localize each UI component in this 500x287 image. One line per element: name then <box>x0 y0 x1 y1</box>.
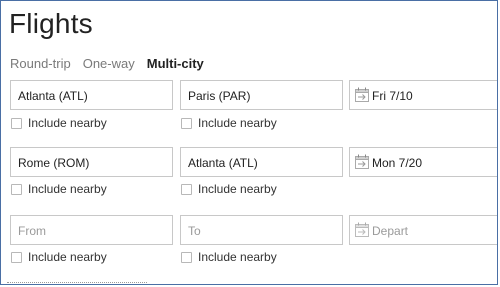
leg-2-date-input[interactable]: Mon 7/20 <box>349 147 497 177</box>
leg-3-to-input[interactable]: To <box>180 215 343 245</box>
leg-2-to-value: Atlanta (ATL) <box>188 156 258 170</box>
leg-2-from-input[interactable]: Rome (ROM) <box>10 147 173 177</box>
leg-2-from-nearby[interactable]: Include nearby <box>11 182 107 196</box>
checkbox[interactable] <box>181 251 192 263</box>
checkbox[interactable] <box>181 117 192 129</box>
tab-multi-city[interactable]: Multi-city <box>147 56 204 71</box>
page-title: Flights <box>9 8 93 39</box>
calendar-icon <box>355 87 369 102</box>
tab-round-trip[interactable]: Round-trip <box>10 56 71 71</box>
checkbox[interactable] <box>11 183 22 195</box>
leg-2-to-nearby[interactable]: Include nearby <box>181 182 277 196</box>
include-nearby-label: Include nearby <box>28 116 107 130</box>
include-nearby-label: Include nearby <box>28 182 107 196</box>
checkbox[interactable] <box>181 183 192 195</box>
leg-3-date-placeholder: Depart <box>372 224 409 238</box>
leg-1-from-nearby[interactable]: Include nearby <box>11 116 107 130</box>
leg-3-to-nearby[interactable]: Include nearby <box>181 250 277 264</box>
calendar-icon <box>355 154 369 169</box>
leg-1-date-value: Fri 7/10 <box>372 89 413 103</box>
include-nearby-label: Include nearby <box>28 250 107 264</box>
leg-3-from-nearby[interactable]: Include nearby <box>11 250 107 264</box>
leg-2-date-value: Mon 7/20 <box>372 156 423 170</box>
leg-1-to-value: Paris (PAR) <box>188 89 251 103</box>
checkbox[interactable] <box>11 251 22 263</box>
leg-2-from-value: Rome (ROM) <box>18 156 90 170</box>
leg-3-from-placeholder: From <box>18 224 46 238</box>
trip-type-tabs: Round-trip One-way Multi-city <box>10 56 204 71</box>
flights-search-panel: Flights Round-trip One-way Multi-city At… <box>0 0 498 285</box>
leg-1-to-input[interactable]: Paris (PAR) <box>180 80 343 110</box>
leg-1-from-input[interactable]: Atlanta (ATL) <box>10 80 173 110</box>
calendar-icon <box>355 222 369 237</box>
checkbox[interactable] <box>11 117 22 129</box>
include-nearby-label: Include nearby <box>198 116 277 130</box>
leg-3-from-input[interactable]: From <box>10 215 173 245</box>
leg-3-to-placeholder: To <box>188 224 201 238</box>
leg-3-date-input[interactable]: Depart <box>349 215 497 245</box>
leg-1-from-value: Atlanta (ATL) <box>18 89 88 103</box>
leg-1-to-nearby[interactable]: Include nearby <box>181 116 277 130</box>
include-nearby-label: Include nearby <box>198 182 277 196</box>
leg-2-to-input[interactable]: Atlanta (ATL) <box>180 147 343 177</box>
include-nearby-label: Include nearby <box>198 250 277 264</box>
leg-1-date-input[interactable]: Fri 7/10 <box>349 80 497 110</box>
cut-off-link-row <box>7 282 147 284</box>
tab-one-way[interactable]: One-way <box>83 56 135 71</box>
